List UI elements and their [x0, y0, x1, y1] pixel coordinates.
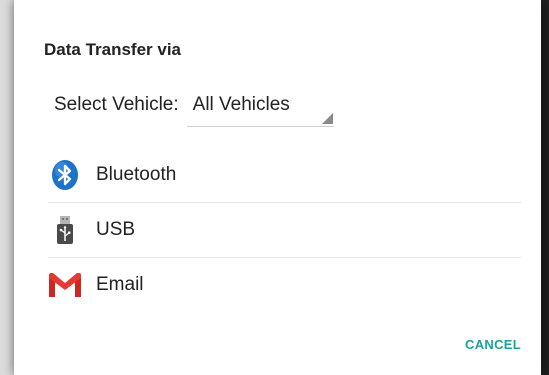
select-vehicle-label: Select Vehicle: [54, 94, 179, 115]
select-vehicle-value: All Vehicles [192, 94, 290, 115]
option-usb[interactable]: USB [48, 203, 521, 258]
usb-icon [48, 213, 82, 247]
select-vehicle-row: Select Vehicle: All Vehicles [54, 91, 334, 127]
bluetooth-icon [48, 158, 82, 192]
option-bluetooth[interactable]: Bluetooth [48, 148, 521, 203]
dialog-actions: CANCEL [465, 336, 521, 354]
option-bluetooth-label: Bluetooth [96, 164, 177, 185]
data-transfer-dialog: Data Transfer via Select Vehicle: All Ve… [14, 0, 541, 375]
cancel-button[interactable]: CANCEL [465, 337, 521, 352]
option-email[interactable]: Email [48, 258, 521, 312]
option-usb-label: USB [96, 219, 136, 240]
gmail-icon [48, 268, 82, 302]
option-email-label: Email [96, 274, 144, 295]
select-vehicle-dropdown[interactable]: All Vehicles [186, 91, 334, 127]
dialog-title: Data Transfer via [44, 40, 182, 59]
dropdown-caret-icon [321, 113, 333, 124]
background-app-edge [541, 0, 549, 375]
background-app-strip [0, 0, 14, 375]
